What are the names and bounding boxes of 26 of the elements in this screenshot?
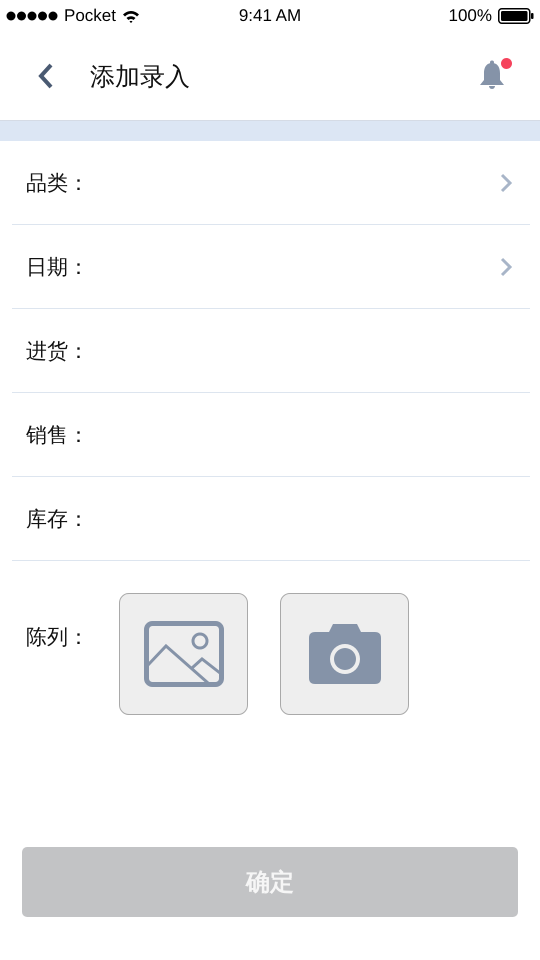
gallery-button[interactable] xyxy=(119,593,248,715)
image-icon xyxy=(144,621,224,687)
carrier-name: Pocket xyxy=(64,6,116,26)
input-field[interactable]: 销售： xyxy=(12,393,530,477)
field-label: 进货： xyxy=(26,338,89,364)
input-field[interactable]: 库存： xyxy=(12,477,530,561)
camera-button[interactable] xyxy=(280,593,409,715)
back-icon[interactable] xyxy=(38,63,54,89)
battery-percent: 100% xyxy=(448,6,492,26)
field-label: 日期： xyxy=(26,254,89,280)
input-field[interactable]: 进货： xyxy=(12,309,530,393)
field-label: 品类： xyxy=(26,170,89,196)
field-label: 销售： xyxy=(26,422,89,448)
camera-icon xyxy=(306,622,382,686)
chevron-icon xyxy=(500,256,512,276)
select-row[interactable]: 品类： xyxy=(12,141,530,225)
field-label: 陈列： xyxy=(26,624,89,651)
page-title: 添加录入 xyxy=(90,60,191,92)
status-time: 9:41 AM xyxy=(238,6,302,26)
wifi-icon xyxy=(122,10,140,22)
chevron-icon xyxy=(500,172,512,192)
battery-icon xyxy=(498,8,534,24)
signal-icon xyxy=(6,11,58,21)
bell-icon[interactable] xyxy=(478,60,506,92)
select-row[interactable]: 日期： xyxy=(12,225,530,309)
field-label: 库存： xyxy=(26,506,89,532)
